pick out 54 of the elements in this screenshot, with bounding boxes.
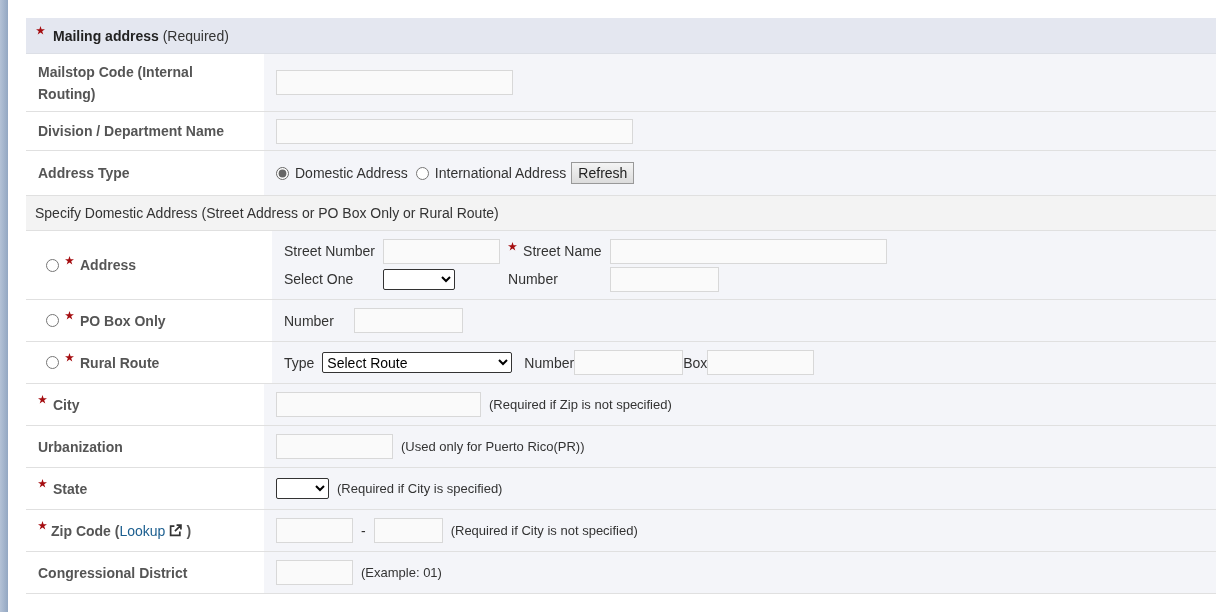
field-label: Congressional District xyxy=(38,563,188,583)
radio-button[interactable] xyxy=(46,356,59,369)
input-field[interactable] xyxy=(276,518,353,543)
section-heading: Specify Domestic Address (Street Address or PO Box Only or Rural Route) xyxy=(35,205,499,221)
hint-text: (Required if Zip is not specified) xyxy=(489,397,672,412)
dropdown[interactable] xyxy=(276,478,329,499)
input-field[interactable] xyxy=(353,308,463,333)
section-title: Mailing address (Required) xyxy=(53,27,229,44)
radio-button[interactable] xyxy=(46,258,59,272)
field-label: City xyxy=(53,395,80,415)
field-label: Mailstop Code (Internal Routing) xyxy=(38,62,194,104)
route-dropdown[interactable]: Select Route xyxy=(322,352,513,373)
field-label: ) xyxy=(186,521,192,541)
input-field[interactable] xyxy=(707,350,815,375)
input-field[interactable] xyxy=(373,518,443,543)
field-label: PO Box Only xyxy=(80,311,166,331)
field-label: Box xyxy=(683,354,708,371)
field-label: Address xyxy=(80,256,137,275)
field-label: Street Number xyxy=(284,243,376,259)
lookup-link[interactable]: Lookup xyxy=(119,522,166,539)
separator-text: - xyxy=(361,522,366,539)
field-label: Type xyxy=(284,354,315,371)
radio-button[interactable] xyxy=(415,166,429,180)
input-field[interactable] xyxy=(276,118,633,144)
input-field[interactable] xyxy=(609,238,887,264)
field-label: Division / Department Name xyxy=(38,122,224,141)
field-label: Urbanization xyxy=(38,437,123,457)
hint-text: (Example: 01) xyxy=(361,565,442,580)
dropdown[interactable] xyxy=(383,268,456,290)
radio-label: International Address xyxy=(434,165,567,181)
input-field[interactable] xyxy=(276,70,513,95)
hint-text: (Required if City is specified) xyxy=(337,481,503,496)
external-link-icon xyxy=(169,524,183,537)
input-field[interactable] xyxy=(276,560,353,585)
hint-text: (Required if City is not specified) xyxy=(450,523,638,538)
radio-button[interactable] xyxy=(46,314,59,327)
field-label: State xyxy=(53,479,88,499)
input-field[interactable] xyxy=(276,434,393,459)
radio-label: Domestic Address xyxy=(295,165,408,181)
field-label: Number xyxy=(284,312,334,329)
field-label: Street Name xyxy=(523,243,602,259)
hint-text: (Used only for Puerto Rico(PR)) xyxy=(401,439,585,454)
input-field[interactable] xyxy=(383,238,501,264)
field-label: Zip Code ( xyxy=(51,521,120,541)
field-label: Number xyxy=(524,354,575,371)
field-label: Address Type xyxy=(38,164,130,183)
input-field[interactable] xyxy=(574,350,684,375)
field-label: Rural Route xyxy=(80,353,160,373)
field-label: Number xyxy=(508,271,559,287)
refresh-button[interactable]: Refresh xyxy=(571,162,635,184)
field-label: Select One xyxy=(284,271,355,287)
input-field[interactable] xyxy=(276,392,481,417)
input-field[interactable] xyxy=(609,266,719,292)
radio-button[interactable] xyxy=(276,166,289,180)
